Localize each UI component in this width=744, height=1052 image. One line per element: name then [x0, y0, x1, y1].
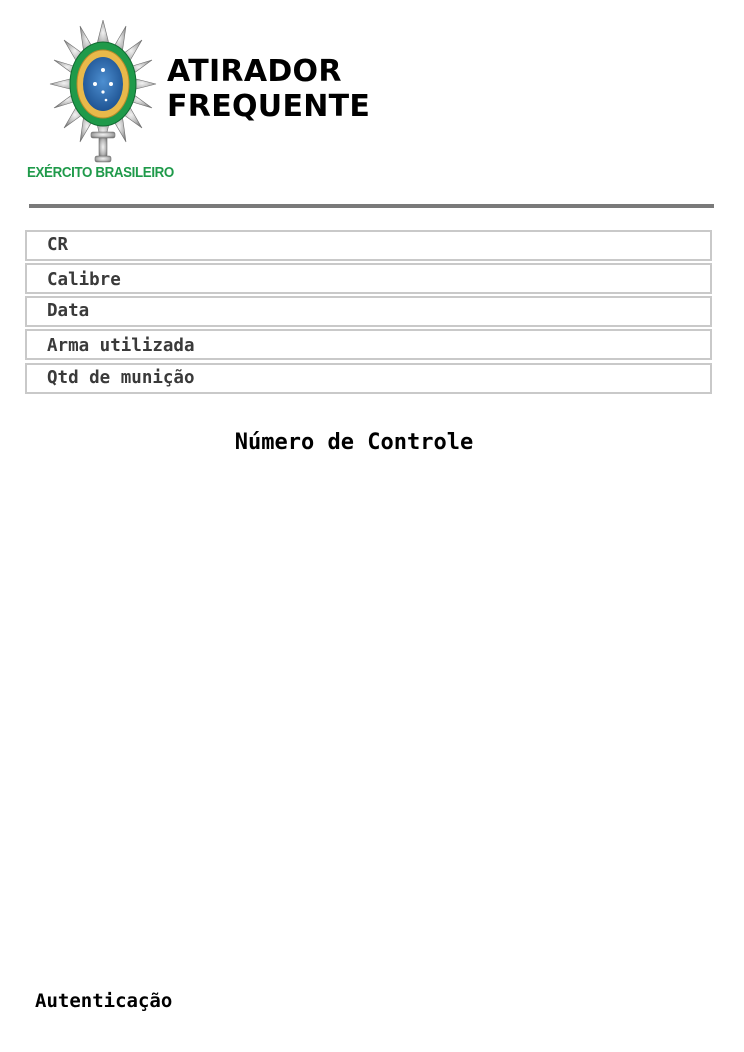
control-number-label: Número de Controle	[234, 430, 474, 455]
header-divider	[29, 204, 714, 208]
document-title: ATIRADOR FREQUENTE	[167, 54, 370, 124]
field-calibre[interactable]: Calibre	[25, 263, 712, 294]
field-label-qtd: Qtd de munição	[47, 368, 195, 388]
title-line-2: FREQUENTE	[167, 89, 371, 124]
authentication-label: Autenticação	[35, 990, 173, 1012]
document-header: EXÉRCITO BRASILEIRO ATIRADOR FREQUENTE	[0, 0, 744, 200]
org-name: EXÉRCITO BRASILEIRO	[27, 165, 174, 181]
title-line-1: ATIRADOR	[167, 54, 342, 89]
field-arma-utilizada[interactable]: Arma utilizada	[25, 329, 712, 360]
field-label-calibre: Calibre	[47, 270, 121, 290]
field-qtd-municao[interactable]: Qtd de munição	[25, 363, 712, 394]
field-data[interactable]: Data	[25, 296, 712, 327]
army-emblem-icon	[49, 20, 157, 163]
field-label-cr: CR	[47, 235, 69, 255]
field-cr[interactable]: CR	[25, 230, 712, 261]
field-label-arma: Arma utilizada	[47, 336, 195, 356]
field-label-data: Data	[47, 301, 90, 321]
